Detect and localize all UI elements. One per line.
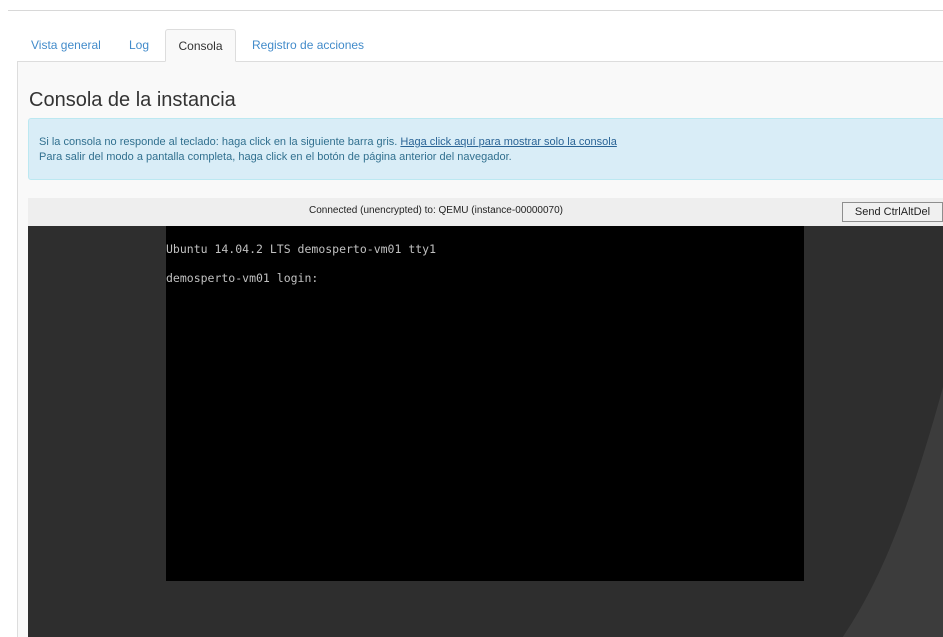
- tab-bar: Vista general Log Consola Registro de ac…: [21, 29, 943, 62]
- tab-log[interactable]: Log: [129, 29, 149, 62]
- vnc-screen[interactable]: Ubuntu 14.04.2 LTS demosperto-vm01 tty1 …: [166, 226, 804, 581]
- page-title: Consola de la instancia: [29, 89, 236, 111]
- console-status-bar[interactable]: Connected (unencrypted) to: QEMU (instan…: [28, 198, 943, 226]
- info-line-2: Para salir del modo a pantalla completa,…: [39, 150, 512, 163]
- fullscreen-console-link[interactable]: Haga click aquí para mostrar solo la con…: [400, 136, 616, 148]
- connection-status: Connected (unencrypted) to: QEMU (instan…: [308, 205, 564, 216]
- info-line-1: Si la consola no responde al teclado: ha…: [39, 135, 943, 150]
- send-ctrl-alt-del-button[interactable]: Send CtrlAltDel: [842, 202, 943, 222]
- console-canvas-area[interactable]: Ubuntu 14.04.2 LTS demosperto-vm01 tty1 …: [28, 226, 943, 637]
- top-divider: [8, 10, 943, 11]
- tab-overview[interactable]: Vista general: [31, 29, 101, 62]
- page: Vista general Log Consola Registro de ac…: [0, 0, 943, 637]
- info-line-1-text: Si la consola no responde al teclado: ha…: [39, 136, 401, 148]
- tab-action-log[interactable]: Registro de acciones: [252, 29, 364, 62]
- info-alert: Si la consola no responde al teclado: ha…: [28, 118, 943, 180]
- tab-console[interactable]: Consola: [165, 29, 236, 62]
- console-line-banner: Ubuntu 14.04.2 LTS demosperto-vm01 tty1: [166, 242, 437, 256]
- console-line-login: demosperto-vm01 login:: [166, 271, 319, 285]
